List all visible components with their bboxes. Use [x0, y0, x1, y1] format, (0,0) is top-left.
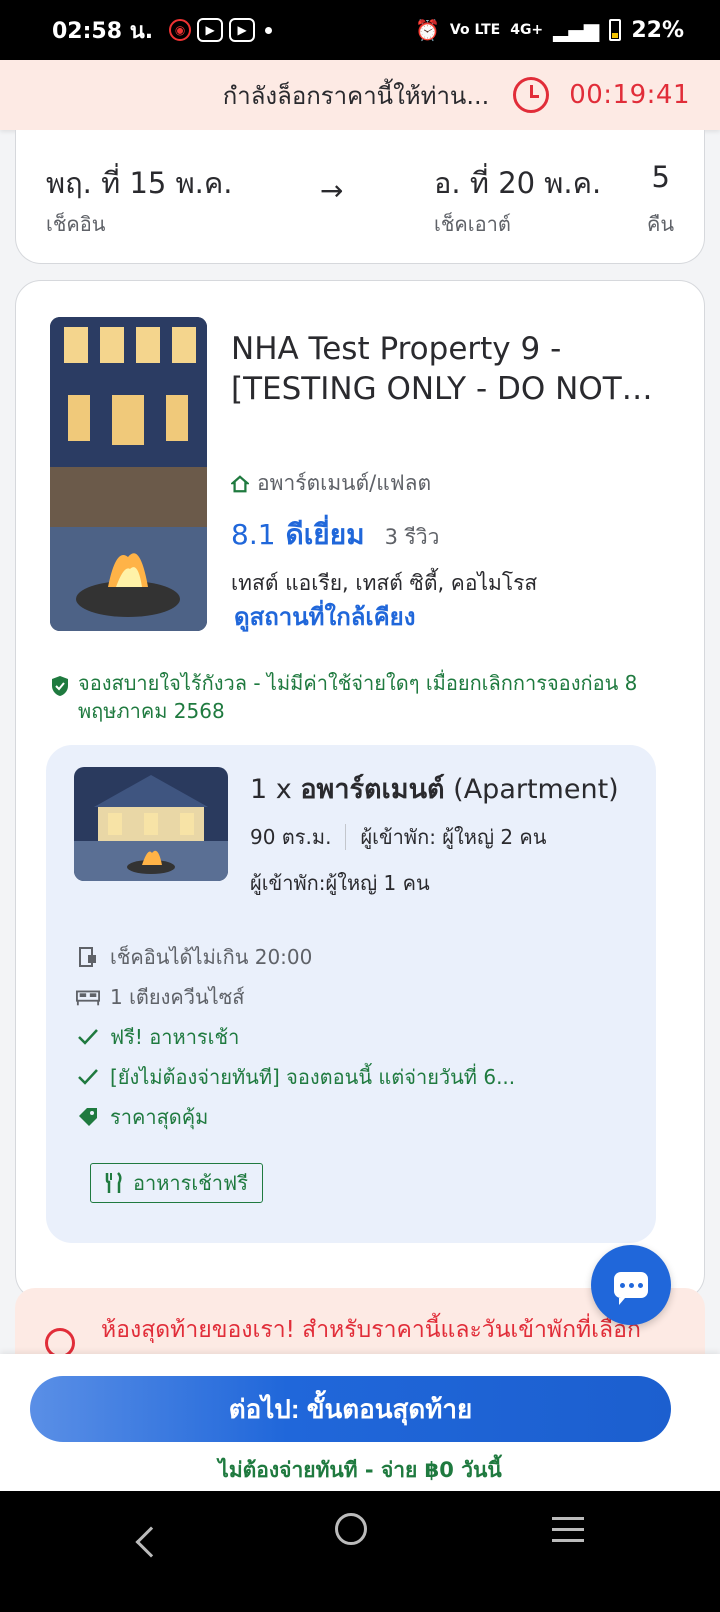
countdown-clock-icon	[513, 77, 550, 113]
room-guests-alt: ผู้เข้าพัก:ผู้ใหญ่ 1 คน	[250, 871, 430, 895]
feature-free-breakfast: ฟรี! อาหารเช้า	[76, 1021, 239, 1053]
feature-great-value: ราคาสุดคุ้ม	[76, 1101, 208, 1133]
property-card: NHA Test Property 9 - [TESTING ONLY - DO…	[15, 280, 705, 1300]
shield-check-icon	[52, 676, 68, 696]
price-tag-icon	[76, 1106, 100, 1128]
volte-icon: Vo LTE	[449, 22, 501, 38]
app-notification-icon: ◉	[169, 19, 192, 41]
free-cancellation-note: จองสบายใจไร้กังวล - ไม่มีค่าใช้จ่ายใดๆ เ…	[50, 669, 680, 725]
notification-icons: ◉ ▶ ▶	[169, 18, 273, 42]
battery-percent: 22%	[631, 17, 684, 43]
arrow-right-icon: →	[320, 174, 344, 207]
bed-icon	[76, 987, 100, 1007]
feature-text: ราคาสุดคุ้ม	[110, 1105, 209, 1129]
price-lock-banner: กำลังล็อกราคานี้ให้ท่าน... 00:19:41	[0, 60, 720, 130]
property-title[interactable]: NHA Test Property 9 - [TESTING ONLY - DO…	[231, 329, 661, 409]
review-score-word: ดีเยี่ยม	[285, 518, 365, 551]
property-type-label: อพาร์ตเมนต์/แฟลต	[257, 471, 432, 495]
room-guests: ผู้เข้าพัก: ผู้ใหญ่ 2 คน	[360, 825, 547, 849]
property-photo[interactable]	[50, 317, 207, 631]
room-size-row: 90 ตร.ม. ผู้เข้าพัก: ผู้ใหญ่ 2 คน	[250, 821, 546, 853]
chat-bubble-icon	[614, 1272, 648, 1305]
room-title: 1 x อพาร์ตเมนต์ (Apartment)	[250, 767, 619, 810]
battery-icon	[609, 19, 622, 41]
alarm-icon: ⏰	[415, 18, 440, 42]
feature-checkin-time: เช็คอินได้ไม่เกิน 20:00	[76, 941, 312, 973]
checkout-label: เช็คเอาต์	[434, 212, 511, 236]
feature-pay-later: [ยังไม่ต้องจ่ายทันที] จองตอนนี้ แต่จ่ายว…	[76, 1061, 515, 1093]
room-size: 90 ตร.ม.	[250, 825, 332, 849]
checkout-date: อ. ที่ 20 พ.ค.	[434, 166, 602, 200]
room-qty: 1 x	[250, 774, 292, 805]
checkin-label: เช็คอิน	[46, 212, 106, 236]
price-lock-message: กำลังล็อกราคานี้ให้ท่าน...	[222, 81, 490, 110]
free-cancellation-text: จองสบายใจไร้กังวล - ไม่มีค่าใช้จ่ายใดๆ เ…	[78, 671, 638, 723]
booking-dates-card: พฤ. ที่ 15 พ.ค. เช็คอิน → อ. ที่ 20 พ.ค.…	[15, 130, 705, 264]
last-room-text: ห้องสุดท้ายของเรา! สำหรับราคานี้และวันเข…	[101, 1317, 641, 1343]
free-breakfast-badge: อาหารเช้าฟรี	[90, 1163, 263, 1203]
property-location: เทสต์ แอเรีย, เทสต์ ซิตี้, คอไมโรส	[231, 571, 538, 595]
check-icon	[76, 1068, 100, 1086]
cutlery-icon	[105, 1172, 122, 1193]
back-icon[interactable]	[135, 1526, 167, 1558]
nights-count: 5	[651, 160, 670, 194]
feature-text: 1 เตียงควีนไซส์	[110, 985, 245, 1009]
video-app-icon: ▶	[197, 18, 224, 42]
checkout-footer: ต่อไป: ขั้นตอนสุดท้าย ไม่ต้องจ่ายทันที -…	[0, 1354, 720, 1491]
system-indicators: ⏰ Vo LTE 4G+ ▂▄▆ 22%	[415, 18, 684, 43]
review-count: 3 รีวิว	[384, 525, 440, 549]
countdown-timer: 00:19:41	[569, 80, 690, 110]
checkin-date: พฤ. ที่ 15 พ.ค.	[46, 166, 233, 200]
next-final-step-button[interactable]: ต่อไป: ขั้นตอนสุดท้าย	[30, 1376, 671, 1442]
review-score: 8.1	[231, 518, 276, 551]
nights-label: คืน	[646, 212, 674, 236]
room-card: 1 x อพาร์ตเมนต์ (Apartment) 90 ตร.ม. ผู้…	[46, 745, 656, 1243]
feature-text: เช็คอินได้ไม่เกิน 20:00	[110, 945, 313, 969]
status-time: 02:58 น.	[52, 18, 154, 44]
feature-text: ฟรี! อาหารเช้า	[110, 1025, 240, 1049]
status-bar: 02:58 น. ◉ ▶ ▶ ⏰ Vo LTE 4G+ ▂▄▆ 22%	[0, 0, 720, 60]
property-type: อพาร์ตเมนต์/แฟลต	[231, 467, 431, 500]
feature-bed: 1 เตียงควีนไซส์	[76, 981, 245, 1013]
system-navigation-bar	[0, 1491, 720, 1612]
video-app-icon: ▶	[229, 18, 256, 42]
check-icon	[76, 1028, 100, 1046]
room-name-en: (Apartment)	[453, 774, 619, 805]
property-rating[interactable]: 8.1 ดีเยี่ยม 3 รีวิว	[231, 513, 439, 557]
view-nearby-link[interactable]: ดูสถานที่ใกล้เคียง	[234, 597, 415, 636]
chat-button[interactable]	[591, 1245, 671, 1325]
recent-apps-icon[interactable]	[552, 1517, 584, 1550]
room-name: อพาร์ตเมนต์	[300, 774, 445, 805]
feature-text: [ยังไม่ต้องจ่ายทันที] จองตอนนี้ แต่จ่ายว…	[110, 1065, 516, 1089]
signal-icon: ▂▄▆	[553, 18, 600, 42]
pay-later-note: ไม่ต้องจ่ายทันที - จ่าย ฿0 วันนี้	[218, 1458, 502, 1482]
home-button-icon[interactable]	[335, 1513, 367, 1545]
network-type: 4G+	[510, 22, 544, 38]
home-icon	[231, 474, 249, 492]
room-photo[interactable]	[74, 767, 228, 881]
checkin-door-icon	[76, 946, 100, 968]
free-breakfast-label: อาหารเช้าฟรี	[133, 1171, 248, 1195]
divider	[345, 824, 347, 850]
more-notifications-dot	[265, 26, 273, 34]
